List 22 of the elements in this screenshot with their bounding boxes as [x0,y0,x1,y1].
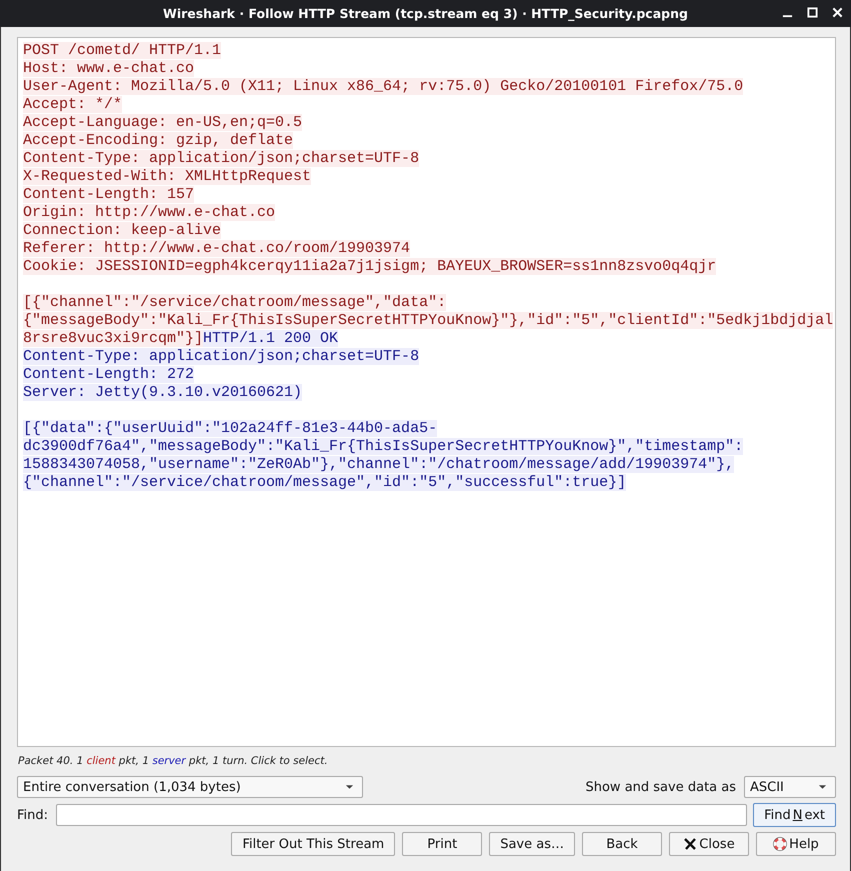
close-button[interactable]: Close [669,832,749,856]
stream-text-area[interactable] [17,37,836,747]
find-label: Find: [17,808,48,822]
action-button[interactable]: Filter Out This Stream [231,832,396,856]
help-button[interactable]: Help [756,832,836,856]
status-text: Packet 40. 1 client pkt, 1 server pkt, 1 turn. Click to select. [18,755,328,767]
show-as-label: Show and save data as [585,780,736,794]
action-button[interactable]: Back [582,832,662,856]
format-dropdown[interactable]: ASCII [744,776,836,798]
maximize-icon[interactable] [807,7,818,18]
caret-icon [818,784,827,790]
lifebuoy-icon [773,837,788,851]
window-title: Wireshark · Follow HTTP Stream (tcp.stream eq 3) · HTTP_Security.pcapng [163,6,688,21]
caret-icon [345,784,354,790]
find-field[interactable] [56,804,748,826]
close-icon [683,837,698,851]
find-next-button[interactable]: Find N ext [753,803,836,827]
conversation-dropdown[interactable]: Entire conversation (1,034 bytes) [17,776,363,798]
action-button[interactable]: Print [402,832,482,856]
action-button[interactable]: Save as… [489,832,575,856]
stream-line: 8rsre8vuc3xi9rcqm"}]HTTP/1.1 200 OK [23,330,338,348]
close-icon[interactable] [832,7,843,18]
